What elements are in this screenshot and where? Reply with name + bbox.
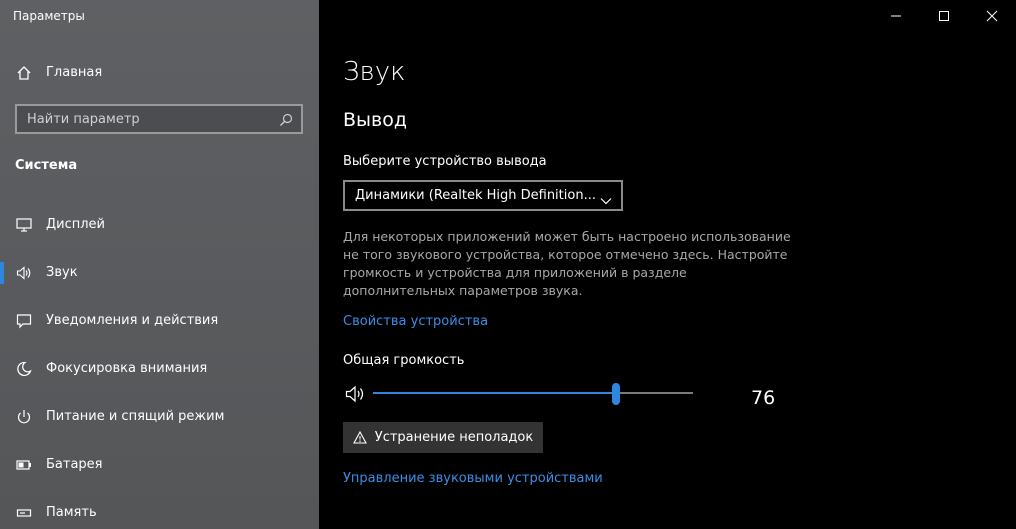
settings-window: Параметры Главная Система Дисплей Звук bbox=[0, 0, 1016, 529]
volume-slider[interactable] bbox=[373, 383, 693, 405]
sidebar-item-label: Батарея bbox=[46, 457, 103, 472]
app-title: Параметры bbox=[13, 9, 85, 23]
sidebar-item-label: Звук bbox=[46, 265, 78, 280]
section-heading-output: Вывод bbox=[343, 109, 407, 131]
battery-icon bbox=[16, 457, 32, 473]
storage-icon bbox=[16, 505, 32, 521]
search-icon[interactable] bbox=[279, 112, 293, 126]
output-description: Для некоторых приложений может быть наст… bbox=[343, 229, 791, 298]
speaker-icon[interactable] bbox=[345, 385, 367, 403]
slider-fill bbox=[373, 392, 617, 394]
troubleshoot-label: Устранение неполадок bbox=[374, 430, 534, 445]
master-volume-label: Общая громкость bbox=[343, 353, 465, 368]
sidebar-item-label: Фокусировка внимания bbox=[46, 361, 208, 376]
display-icon bbox=[16, 217, 32, 233]
main-content: Звук Вывод Выберите устройство вывода Ди… bbox=[343, 0, 1003, 529]
sidebar-item-label: Дисплей bbox=[46, 217, 106, 232]
sidebar-item-battery[interactable]: Батарея bbox=[0, 449, 319, 481]
sidebar-item-sound[interactable]: Звук bbox=[0, 257, 319, 289]
troubleshoot-button[interactable]: Устранение неполадок bbox=[343, 422, 543, 453]
sidebar-item-notifications[interactable]: Уведомления и действия bbox=[0, 305, 319, 337]
page-title: Звук bbox=[343, 57, 406, 87]
sidebar-item-label: Память bbox=[46, 505, 97, 520]
device-properties-link[interactable]: Свойства устройства bbox=[343, 314, 488, 329]
notification-icon bbox=[16, 313, 32, 329]
moon-icon bbox=[16, 361, 32, 377]
output-device-value: Динамики (Realtek High Definition... bbox=[355, 188, 596, 203]
sidebar-item-label: Уведомления и действия bbox=[46, 313, 219, 328]
output-device-label: Выберите устройство вывода bbox=[343, 154, 547, 169]
sidebar-item-focus-assist[interactable]: Фокусировка внимания bbox=[0, 353, 319, 385]
section-title: Система bbox=[15, 158, 78, 173]
slider-thumb[interactable] bbox=[612, 383, 621, 405]
sidebar-item-label: Главная bbox=[46, 65, 103, 80]
sidebar-item-home[interactable]: Главная bbox=[0, 57, 319, 89]
speaker-icon bbox=[16, 265, 32, 281]
sidebar: Параметры Главная Система Дисплей Звук bbox=[0, 0, 319, 529]
search-box bbox=[15, 104, 303, 134]
output-device-select[interactable]: Динамики (Realtek High Definition... bbox=[343, 180, 623, 211]
home-icon bbox=[16, 65, 32, 81]
sidebar-item-storage[interactable]: Память bbox=[0, 497, 319, 529]
warning-icon bbox=[352, 430, 367, 444]
power-icon bbox=[16, 409, 32, 425]
sidebar-item-label: Питание и спящий режим bbox=[46, 409, 225, 424]
manage-sound-devices-link[interactable]: Управление звуковыми устройствами bbox=[343, 471, 603, 486]
sidebar-item-display[interactable]: Дисплей bbox=[0, 209, 319, 241]
search-input[interactable] bbox=[17, 110, 279, 128]
chevron-down-icon bbox=[600, 191, 612, 205]
sidebar-item-power[interactable]: Питание и спящий режим bbox=[0, 401, 319, 433]
volume-value: 76 bbox=[751, 387, 776, 409]
